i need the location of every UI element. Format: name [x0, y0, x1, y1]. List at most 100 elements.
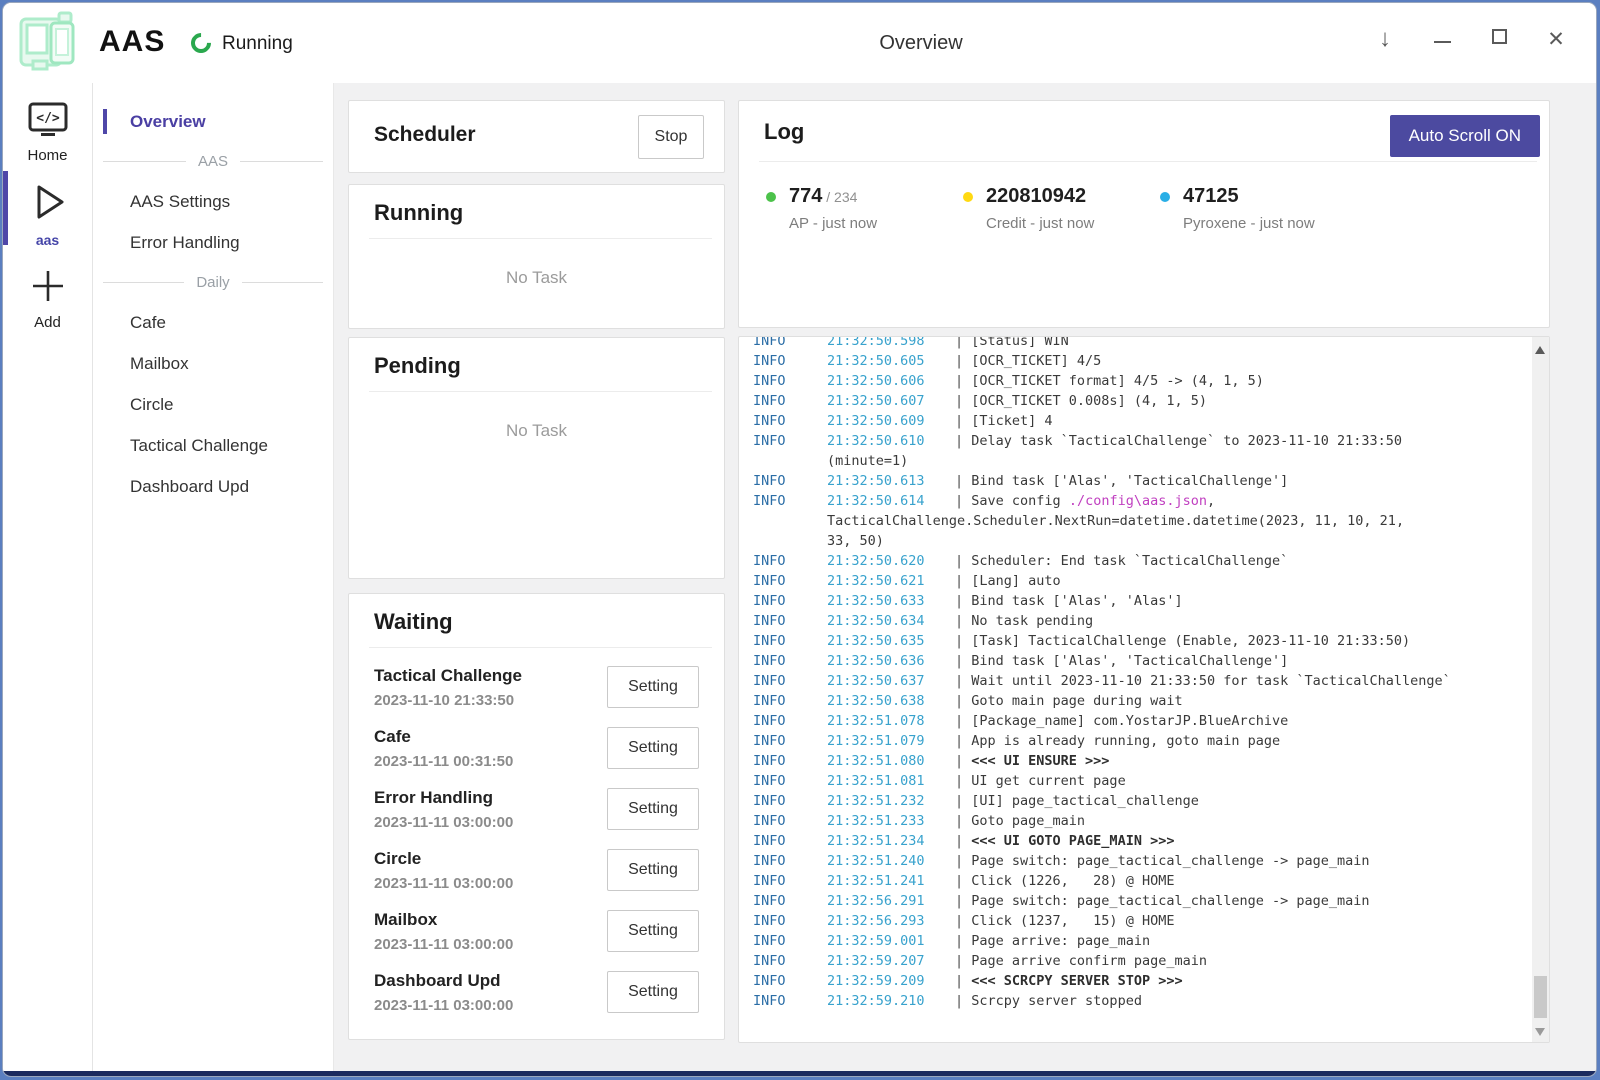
sidebar-item-tactical-challenge[interactable]: Tactical Challenge	[93, 425, 333, 466]
log-line: INFO21:32:51.081| UI get current page	[753, 771, 1549, 791]
sidebar-item-dashboard-upd[interactable]: Dashboard Upd	[93, 466, 333, 507]
log-line: INFO21:32:50.609| [Ticket] 4	[753, 411, 1549, 431]
log-line: INFO21:32:50.605| [OCR_TICKET] 4/5	[753, 351, 1549, 371]
log-line: INFO21:32:51.240| Page switch: page_tact…	[753, 851, 1549, 871]
rail-item-aas[interactable]: aas	[3, 164, 92, 248]
stat-value: 47125	[1183, 185, 1357, 208]
maximize-button[interactable]	[1489, 29, 1509, 49]
setting-button-error-handling[interactable]: Setting	[607, 788, 699, 830]
divider	[369, 238, 712, 239]
stat-credit: 220810942 Credit - just now	[963, 185, 1160, 232]
stat-dot-icon	[766, 192, 776, 202]
log-line: INFO21:32:50.637| Wait until 2023-11-10 …	[753, 671, 1549, 691]
sidebar-item-mailbox[interactable]: Mailbox	[93, 343, 333, 384]
title-bar: AAS Running Overview ↓ ✕	[3, 3, 1596, 83]
sidebar-section-aas: AAS	[93, 142, 333, 181]
divider	[759, 161, 1537, 162]
log-line: INFO21:32:50.635| [Task] TacticalChallen…	[753, 631, 1549, 651]
rail-item-add[interactable]: Add	[3, 248, 92, 331]
stop-button[interactable]: Stop	[638, 115, 704, 159]
log-line: INFO21:32:59.210| Scrcpy server stopped	[753, 991, 1549, 1011]
scheduler-card: Scheduler Stop	[348, 100, 725, 173]
app-logo-icon	[13, 11, 79, 73]
sidebar-item-cafe[interactable]: Cafe	[93, 302, 333, 343]
setting-button-dashboard-upd[interactable]: Setting	[607, 971, 699, 1013]
log-line: INFO21:32:51.233| Goto page_main	[753, 811, 1549, 831]
log-line: INFO21:32:50.636| Bind task ['Alas', 'Ta…	[753, 651, 1549, 671]
waiting-task-tactical-challenge: Tactical Challenge2023-11-10 21:33:50Set…	[349, 657, 724, 718]
minimize-icon	[1434, 41, 1451, 43]
rail-label-aas: aas	[3, 232, 92, 248]
waiting-task-mailbox: Mailbox2023-11-11 03:00:00Setting	[349, 901, 724, 962]
scrollbar-thumb[interactable]	[1534, 976, 1547, 1018]
log-line: INFO21:32:51.078| [Package_name] com.Yos…	[753, 711, 1549, 731]
resource-stats: 774 / 234AP - just now220810942Credit - …	[766, 185, 1357, 232]
sidebar-section-daily: Daily	[93, 263, 333, 302]
log-line: INFO21:32:50.634| No task pending	[753, 611, 1549, 631]
running-spinner-icon	[187, 29, 215, 57]
page-title: Overview	[879, 32, 962, 55]
stat-dot-icon	[963, 192, 973, 202]
sidebar-item-circle[interactable]: Circle	[93, 384, 333, 425]
pending-empty-text: No Task	[349, 421, 724, 441]
log-panel: INFO21:32:50.598| [Status] WININFO21:32:…	[738, 336, 1550, 1043]
sidebar-menu: OverviewAASAAS SettingsError HandlingDai…	[93, 83, 334, 1071]
log-line: INFO21:32:50.606| [OCR_TICKET format] 4/…	[753, 371, 1549, 391]
scheduler-title: Scheduler	[374, 123, 476, 147]
waiting-task-list: Tactical Challenge2023-11-10 21:33:50Set…	[349, 648, 724, 1023]
log-scrollbar[interactable]	[1532, 337, 1549, 1042]
log-line: INFO21:32:59.209| <<< SCRCPY SERVER STOP…	[753, 971, 1549, 991]
running-empty-text: No Task	[349, 268, 724, 288]
setting-button-circle[interactable]: Setting	[607, 849, 699, 891]
stat-value: 220810942	[986, 185, 1160, 208]
monitor-code-icon: </>	[26, 101, 70, 139]
stat-ap: 774 / 234AP - just now	[766, 185, 963, 232]
download-icon[interactable]: ↓	[1375, 25, 1395, 53]
log-line: INFO21:32:50.621| [Lang] auto	[753, 571, 1549, 591]
log-line: INFO21:32:50.638| Goto main page during …	[753, 691, 1549, 711]
log-line: INFO21:32:50.633| Bind task ['Alas', 'Al…	[753, 591, 1549, 611]
rail-item-home[interactable]: </> Home	[3, 83, 92, 164]
auto-scroll-button[interactable]: Auto Scroll ON	[1390, 115, 1540, 157]
log-line: INFO21:32:56.291| Page switch: page_tact…	[753, 891, 1549, 911]
rail-label-add: Add	[3, 314, 92, 331]
setting-button-mailbox[interactable]: Setting	[607, 910, 699, 952]
log-line: INFO21:32:50.610| Delay task `TacticalCh…	[753, 431, 1549, 451]
log-line-continuation: 33, 50)	[753, 531, 1549, 551]
log-line: INFO21:32:59.207| Page arrive confirm pa…	[753, 951, 1549, 971]
log-line: INFO21:32:51.234| <<< UI GOTO PAGE_MAIN …	[753, 831, 1549, 851]
stat-dot-icon	[1160, 192, 1170, 202]
play-icon	[26, 180, 70, 224]
sidebar-item-aas-settings[interactable]: AAS Settings	[93, 181, 333, 222]
log-line: INFO21:32:50.613| Bind task ['Alas', 'Ta…	[753, 471, 1549, 491]
app-name: AAS	[99, 25, 165, 59]
svg-text:</>: </>	[36, 111, 60, 126]
sidebar-item-overview[interactable]: Overview	[93, 101, 333, 142]
log-lines: INFO21:32:50.598| [Status] WININFO21:32:…	[739, 336, 1549, 1011]
waiting-card: Waiting Tactical Challenge2023-11-10 21:…	[348, 593, 725, 1040]
scroll-down-icon[interactable]	[1535, 1028, 1545, 1036]
maximize-icon	[1492, 29, 1507, 44]
setting-button-cafe[interactable]: Setting	[607, 727, 699, 769]
stat-label: AP - just now	[789, 215, 963, 232]
stat-label: Credit - just now	[986, 215, 1160, 232]
app-window: AAS Running Overview ↓ ✕ </> Home aas	[2, 2, 1597, 1077]
plus-icon	[28, 266, 68, 306]
pending-title: Pending	[349, 338, 724, 391]
stat-extra: / 234	[822, 189, 857, 205]
log-line: INFO21:32:51.080| <<< UI ENSURE >>>	[753, 751, 1549, 771]
running-card: Running No Task	[348, 184, 725, 329]
log-line-continuation: (minute=1)	[753, 451, 1549, 471]
log-line: INFO21:32:51.232| [UI] page_tactical_cha…	[753, 791, 1549, 811]
waiting-task-error-handling: Error Handling2023-11-11 03:00:00Setting	[349, 779, 724, 840]
scroll-up-icon[interactable]	[1535, 346, 1545, 354]
divider	[369, 391, 712, 392]
log-line: INFO21:32:50.598| [Status] WIN	[753, 336, 1549, 351]
waiting-title: Waiting	[349, 594, 724, 647]
pending-card: Pending No Task	[348, 337, 725, 579]
setting-button-tactical-challenge[interactable]: Setting	[607, 666, 699, 708]
sidebar-item-error-handling[interactable]: Error Handling	[93, 222, 333, 263]
minimize-button[interactable]	[1432, 30, 1452, 48]
waiting-task-cafe: Cafe2023-11-11 00:31:50Setting	[349, 718, 724, 779]
close-button[interactable]: ✕	[1546, 27, 1566, 52]
